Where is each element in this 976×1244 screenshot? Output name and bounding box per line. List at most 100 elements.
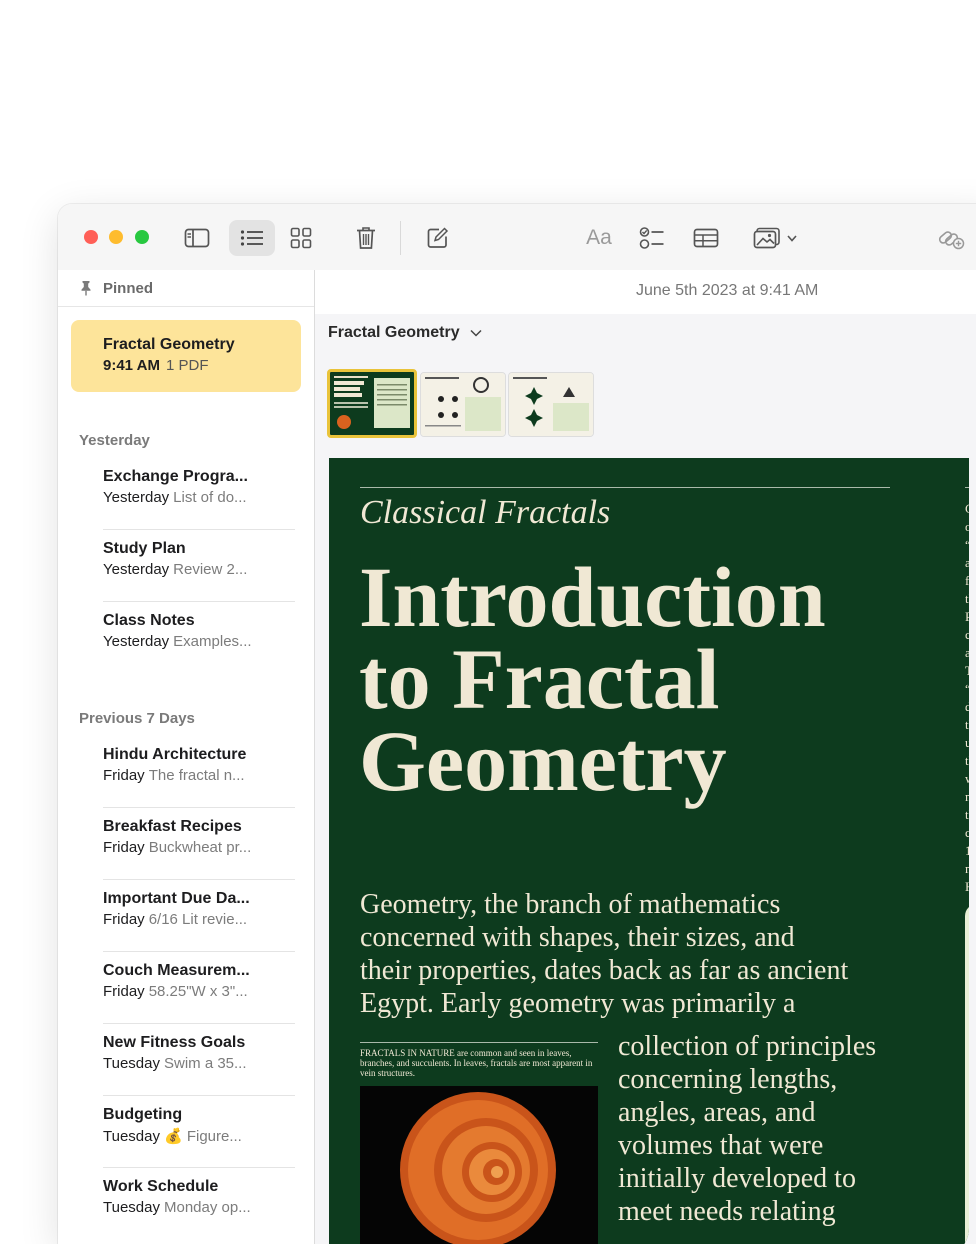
pdf-side-fragment: 19 — [965, 843, 969, 858]
attachment-title-button[interactable]: Fractal Geometry — [328, 324, 482, 342]
pdf-side-fragment: co — [965, 825, 969, 840]
chevron-down-icon — [470, 329, 482, 337]
pdf-side-fragment: “s — [965, 536, 969, 554]
list-item[interactable]: Work Schedule Tuesday Monday op... — [103, 1168, 295, 1240]
note-details: Friday 58.25"W x 3"... — [103, 983, 248, 1000]
nautilus-image — [360, 1086, 598, 1244]
close-button[interactable] — [84, 230, 98, 244]
pdf-column-line: volumes that were — [618, 1130, 824, 1161]
zoom-button[interactable] — [135, 230, 149, 244]
pdf-side-fragment: ur — [965, 735, 969, 750]
list-item[interactable]: Class Notes Yesterday Examples... — [103, 602, 295, 674]
pdf-side-fragment: de — [965, 699, 969, 714]
pdf-title-line: to Fractal — [359, 631, 720, 727]
note-preview: Examples... — [173, 633, 252, 650]
list-view-button[interactable] — [229, 220, 275, 256]
note-day: Friday — [103, 767, 145, 784]
pdf-title-line: Introduction — [359, 549, 826, 645]
note-details: Tuesday 💰 Figure... — [103, 1127, 242, 1145]
note-title: Couch Measurem... — [103, 962, 250, 979]
list-item[interactable]: Important Due Da... Friday 6/16 Lit revie… — [103, 880, 295, 952]
compose-icon — [427, 227, 449, 248]
pdf-side-fragment: “f — [965, 680, 969, 698]
note-preview: 💰 Figure... — [163, 1128, 242, 1145]
pdf-lead-line: their properties, dates back as far as a… — [360, 955, 849, 986]
note-day: Yesterday — [103, 489, 170, 506]
pdf-lead-line: Geometry, the branch of mathematics — [360, 889, 781, 920]
note-editor: June 5th 2023 at 9:41 AM Fractal Geometr… — [315, 270, 976, 1244]
note-day: Friday — [103, 983, 145, 1000]
note-title: Budgeting — [103, 1106, 183, 1123]
pdf-side-fragment: th — [965, 717, 969, 732]
grid-icon — [290, 227, 312, 249]
sidebar-toggle-button[interactable] — [174, 220, 220, 256]
trash-icon — [357, 227, 375, 249]
page-thumbnail-image — [509, 373, 593, 436]
list-item[interactable]: Budgeting Tuesday 💰 Figure... — [103, 1096, 295, 1168]
pin-icon — [81, 281, 91, 296]
pdf-side-fragment: w — [965, 770, 969, 788]
collaborate-button[interactable] — [928, 220, 974, 256]
checklist-icon — [639, 227, 664, 249]
pdf-side-fragment: co — [965, 627, 969, 642]
checklist-button[interactable] — [629, 220, 675, 256]
media-menu-button[interactable] — [748, 220, 802, 256]
section-label-previous-7-days: Previous 7 Days — [79, 710, 195, 727]
pinned-label: Pinned — [103, 280, 154, 297]
pdf-side-panel — [965, 904, 969, 1244]
pdf-column-line: meet needs relating — [618, 1196, 836, 1227]
minimize-button[interactable] — [109, 230, 123, 244]
pdf-thumbnail-page-1[interactable] — [327, 369, 417, 438]
note-date-bar: June 5th 2023 at 9:41 AM — [315, 270, 976, 314]
attachment-title: Fractal Geometry — [328, 324, 460, 341]
pdf-lead-line: concerned with shapes, their sizes, and — [360, 922, 795, 953]
toolbar-divider — [400, 221, 401, 255]
list-item[interactable]: Exchange Progra... Yesterday List of do..… — [103, 458, 295, 530]
pdf-lead-paragraph: Geometry, the branch of mathematics conc… — [360, 888, 848, 1020]
note-title: Fractal Geometry — [103, 336, 235, 353]
sidebar-icon — [184, 228, 210, 248]
list-item[interactable]: Study Plan Yesterday Review 2... — [103, 530, 295, 602]
section-label-yesterday: Yesterday — [79, 432, 150, 449]
note-title: Breakfast Recipes — [103, 818, 242, 835]
note-title: Exchange Progra... — [103, 468, 248, 485]
pdf-thumbnail-page-3[interactable] — [508, 372, 594, 437]
note-day: Friday — [103, 911, 145, 928]
notes-sidebar: Pinned Fractal Geometry 9:41 AM 1 PDF Yes… — [58, 270, 315, 1244]
note-details: Yesterday Review 2... — [103, 561, 247, 578]
list-item[interactable]: Couch Measurem... Friday 58.25"W x 3"... — [103, 952, 295, 1024]
pdf-column-line: initially developed to — [618, 1163, 856, 1194]
note-title: Study Plan — [103, 540, 186, 557]
pdf-title-line: Geometry — [359, 713, 727, 809]
list-item[interactable]: New Fitness Goals Tuesday Swim a 35... — [103, 1024, 295, 1096]
top-rule — [360, 487, 890, 488]
note-day: Yesterday — [103, 633, 170, 650]
pdf-side-fragment: ar — [965, 645, 969, 660]
delete-button[interactable] — [343, 220, 389, 256]
pdf-side-fragment: m — [965, 860, 969, 878]
gallery-view-button[interactable] — [278, 220, 324, 256]
note-preview: 58.25"W x 3"... — [148, 983, 248, 1000]
new-note-button[interactable] — [414, 220, 460, 256]
note-title: Hindu Architecture — [103, 746, 247, 763]
pdf-side-fragment: Tl — [965, 663, 969, 678]
pinned-note-fractal-geometry[interactable]: Fractal Geometry 9:41 AM 1 PDF — [71, 320, 301, 392]
toolbar: Aa — [58, 204, 976, 270]
page-thumbnail-image — [421, 373, 505, 436]
pdf-thumbnail-page-2[interactable] — [420, 372, 506, 437]
page-thumbnail-image — [330, 372, 414, 435]
note-preview: List of do... — [173, 489, 247, 506]
pdf-column-line: concerning lengths, — [618, 1064, 838, 1095]
note-details: 9:41 AM 1 PDF — [103, 357, 208, 374]
list-item[interactable]: Hindu Architecture Friday The fractal n..… — [103, 736, 295, 808]
pdf-side-fragment: Cl — [965, 500, 969, 518]
format-button[interactable]: Aa — [576, 220, 622, 256]
pdf-side-fragment: H — [965, 878, 969, 896]
pdf-side-fragment: Po — [965, 609, 969, 624]
side-rule — [965, 487, 969, 488]
table-button[interactable] — [683, 220, 729, 256]
list-item[interactable]: Breakfast Recipes Friday Buckwheat pr... — [103, 808, 295, 880]
pinned-section-header: Pinned — [58, 270, 314, 307]
pdf-side-fragment: or — [965, 519, 969, 534]
note-title: New Fitness Goals — [103, 1034, 246, 1051]
